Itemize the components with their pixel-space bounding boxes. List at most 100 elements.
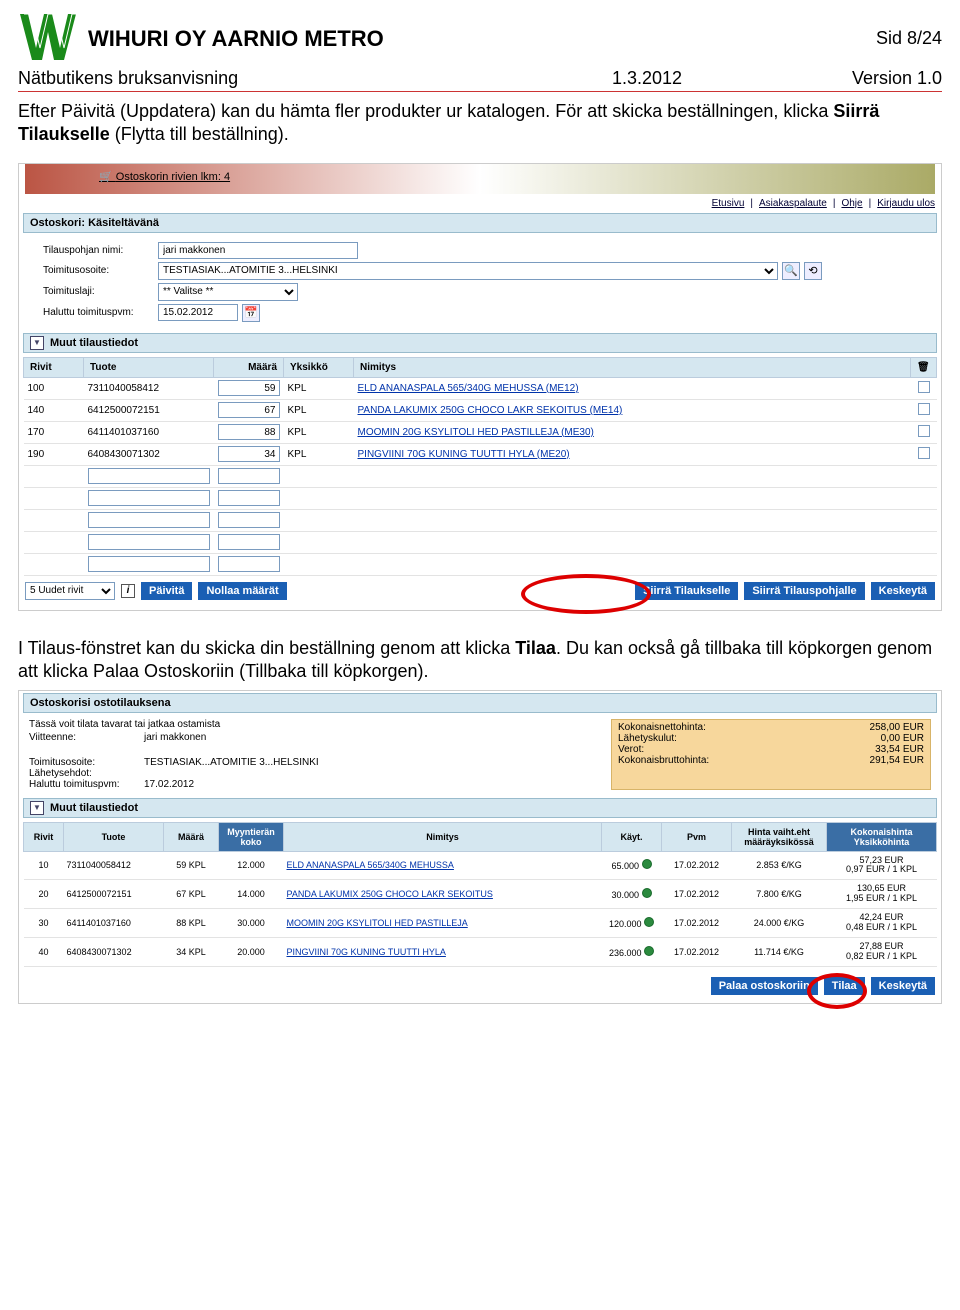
cell-pvm: 17.02.2012 (662, 937, 732, 966)
link-ohje[interactable]: Ohje (841, 198, 862, 209)
cell-nimitys[interactable]: PANDA LAKUMIX 250G CHOCO LAKR SEKOITUS (… (354, 399, 911, 421)
cell-yksikko: KPL (284, 377, 354, 399)
cell-myyntiera: 14.000 (219, 880, 284, 909)
trash-icon[interactable]: 🗑 (917, 362, 930, 373)
cell-nimitys[interactable]: MOOMIN 20G KSYLITOLI HED PASTILLEJA (284, 909, 602, 938)
cell-nimitys[interactable]: ELD ANANASPALA 565/340G MEHUSSA (284, 851, 602, 880)
label-tilauspohjan-nimi: Tilauspohjan nimi: (43, 245, 158, 256)
search-icon[interactable]: 🔍 (782, 262, 800, 280)
panel-title-ostoskori: Ostoskori: Käsiteltävänä (23, 213, 937, 233)
cell-yksikko: KPL (284, 399, 354, 421)
label-viitteenne: Viitteenne: (29, 732, 144, 743)
paivita-button[interactable]: Päivitä (141, 582, 192, 600)
link-kirjaudu-ulos[interactable]: Kirjaudu ulos (877, 198, 935, 209)
cell-kokonaishinta: 57,23 EUR0,97 EUR / 1 KPL (827, 851, 937, 880)
cell-nimitys[interactable]: PANDA LAKUMIX 250G CHOCO LAKR SEKOITUS (284, 880, 602, 909)
cell-rivit: 30 (24, 909, 64, 938)
chevron-down-icon[interactable]: ▼ (30, 336, 44, 350)
cell-pvm: 17.02.2012 (662, 851, 732, 880)
keskeyta-button[interactable]: Keskeytä (871, 582, 935, 600)
input-tuote-empty[interactable] (88, 556, 210, 572)
table-row: 1906408430071302KPLPINGVIINI 70G KUNING … (24, 443, 937, 465)
cart-table: Rivit Tuote Määrä Yksikkö Nimitys 🗑 1007… (23, 357, 937, 576)
cell-tuote: 6411401037160 (84, 421, 214, 443)
delete-checkbox[interactable] (918, 381, 930, 393)
siirra-tilaukselle-button[interactable]: Siirrä Tilaukselle (635, 582, 738, 600)
keskeyta-button-2[interactable]: Keskeytä (871, 977, 935, 995)
col2-tuote: Tuote (64, 822, 164, 851)
table-row: 10731104005841259 KPL12.000ELD ANANASPAL… (24, 851, 937, 880)
cell-nimitys[interactable]: ELD ANANASPALA 565/340G MEHUSSA (ME12) (354, 377, 911, 399)
palaa-ostoskoriin-button[interactable]: Palaa ostoskoriin (711, 977, 818, 995)
cell-kokonaishinta: 42,24 EUR0,48 EUR / 1 KPL (827, 909, 937, 938)
input-maara[interactable] (218, 424, 280, 440)
input-tuote-empty[interactable] (88, 490, 210, 506)
input-maara[interactable] (218, 380, 280, 396)
cell-hinta: 24.000 €/KG (732, 909, 827, 938)
input-maara-empty[interactable] (218, 534, 280, 550)
col2-nimitys: Nimitys (284, 822, 602, 851)
input-maara-empty[interactable] (218, 490, 280, 506)
input-maara-empty[interactable] (218, 556, 280, 572)
col-delete: 🗑 (911, 357, 937, 377)
cell-tuote: 7311040058412 (64, 851, 164, 880)
input-tuote-empty[interactable] (88, 468, 210, 484)
input-maara-empty[interactable] (218, 468, 280, 484)
select-uudet-rivit[interactable]: 5 Uudet rivit (25, 582, 115, 600)
input-toimituspvm[interactable] (158, 304, 238, 321)
col-nimitys: Nimitys (354, 357, 911, 377)
cell-rivit: 20 (24, 880, 64, 909)
label-toimitusosoite: Toimitusosoite: (43, 265, 158, 276)
col2-rivit: Rivit (24, 822, 64, 851)
cell-nimitys[interactable]: PINGVIINI 70G KUNING TUUTTI HYLA (ME20) (354, 443, 911, 465)
table-row-empty (24, 509, 937, 531)
input-tuote-empty[interactable] (88, 534, 210, 550)
cell-nimitys[interactable]: PINGVIINI 70G KUNING TUUTTI HYLA (284, 937, 602, 966)
cell-maara: 34 KPL (164, 937, 219, 966)
cell-maara: 59 KPL (164, 851, 219, 880)
cell-maara (214, 377, 284, 399)
cell-myyntiera: 20.000 (219, 937, 284, 966)
input-maara[interactable] (218, 446, 280, 462)
status-dot-icon (644, 946, 654, 956)
reset-icon[interactable]: ⟲ (804, 262, 822, 280)
input-tuote-empty[interactable] (88, 512, 210, 528)
link-asiakaspalaute[interactable]: Asiakaspalaute (759, 198, 827, 209)
link-etusivu[interactable]: Etusivu (712, 198, 745, 209)
select-toimituslaji[interactable]: ** Valitse ** (158, 283, 298, 301)
delete-checkbox[interactable] (918, 425, 930, 437)
status-dot-icon (642, 859, 652, 869)
cell-maara: 88 KPL (164, 909, 219, 938)
cell-maara (214, 421, 284, 443)
table-row: 1706411401037160KPLMOOMIN 20G KSYLITOLI … (24, 421, 937, 443)
label-toimitusosoite-2: Toimitusosoite: (29, 757, 144, 768)
cell-kokonaishinta: 27,88 EUR0,82 EUR / 1 KPL (827, 937, 937, 966)
input-maara-empty[interactable] (218, 512, 280, 528)
calendar-icon[interactable]: 📅 (242, 304, 260, 322)
cell-nimitys[interactable]: MOOMIN 20G KSYLITOLI HED PASTILLEJA (ME3… (354, 421, 911, 443)
cell-rivit: 40 (24, 937, 64, 966)
value-toimitusosoite-2: TESTIASIAK...ATOMITIE 3...HELSINKI (144, 757, 319, 768)
cell-maara (214, 443, 284, 465)
cell-kayt: 236.000 (602, 937, 662, 966)
chevron-down-icon[interactable]: ▼ (30, 801, 44, 815)
value-haluttu-pvm-2: 17.02.2012 (144, 779, 194, 790)
input-maara[interactable] (218, 402, 280, 418)
col2-pvm: Pvm (662, 822, 732, 851)
delete-checkbox[interactable] (918, 403, 930, 415)
muut-tilaustiedot-label: Muut tilaustiedot (50, 337, 138, 349)
input-tilauspohjan-nimi[interactable] (158, 242, 358, 259)
cart-row-count[interactable]: Ostoskorin rivien lkm: 4 (99, 170, 230, 183)
table-row-empty (24, 531, 937, 553)
cell-kayt: 120.000 (602, 909, 662, 938)
col-yksikko: Yksikkö (284, 357, 354, 377)
tilaa-button[interactable]: Tilaa (824, 977, 865, 995)
cell-myyntiera: 12.000 (219, 851, 284, 880)
select-toimitusosoite[interactable]: TESTIASIAK...ATOMITIE 3...HELSINKI (158, 262, 778, 280)
col2-maara: Määrä (164, 822, 219, 851)
nollaa-maarat-button[interactable]: Nollaa määrät (198, 582, 286, 600)
cell-tuote: 6412500072151 (64, 880, 164, 909)
info-icon[interactable]: i (121, 584, 135, 598)
delete-checkbox[interactable] (918, 447, 930, 459)
siirra-tilauspohjalle-button[interactable]: Siirrä Tilauspohjalle (744, 582, 864, 600)
